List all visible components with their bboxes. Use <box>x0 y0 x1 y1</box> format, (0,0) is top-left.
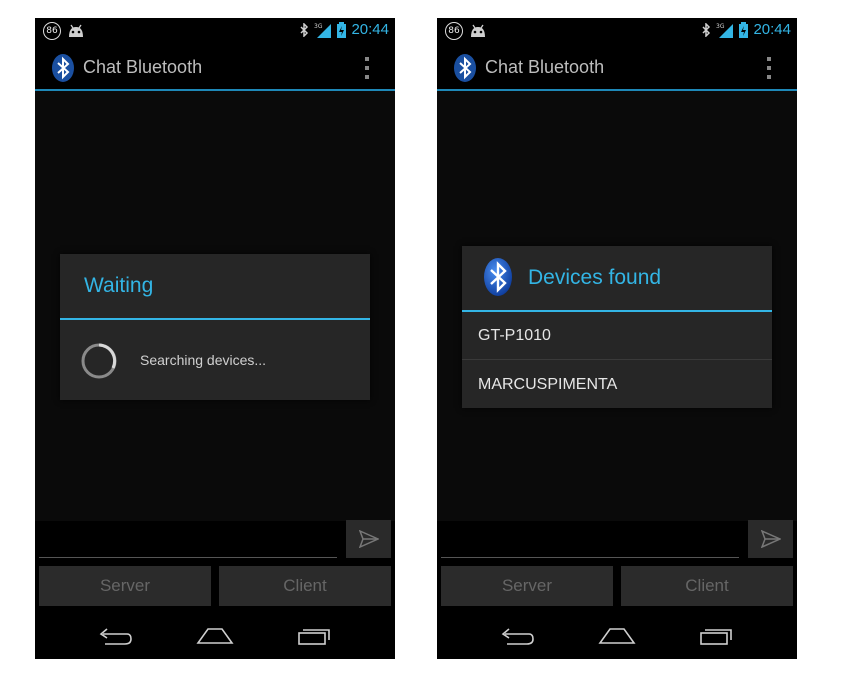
device-list-item[interactable]: GT-P1010 <box>462 312 772 360</box>
svg-text:3G: 3G <box>314 23 323 30</box>
nav-bar <box>35 611 395 659</box>
android-icon <box>69 24 83 37</box>
status-bar: 86 3G 20:44 <box>35 18 395 45</box>
battery-icon <box>739 21 749 38</box>
signal-3g-icon: 3G <box>716 23 734 38</box>
android-icon <box>471 24 485 37</box>
dialog-divider <box>60 318 370 320</box>
recent-apps-icon[interactable] <box>297 625 333 645</box>
app-title: Chat Bluetooth <box>485 57 605 77</box>
back-icon[interactable] <box>499 625 535 645</box>
message-input[interactable] <box>39 523 337 558</box>
dialog-title: Devices found <box>528 266 662 289</box>
send-button[interactable] <box>346 520 391 558</box>
send-button[interactable] <box>748 520 793 558</box>
mode-buttons: Server Client <box>441 566 793 606</box>
home-icon[interactable] <box>196 625 234 645</box>
status-time: 20:44 <box>351 21 389 38</box>
bluetooth-status-icon <box>300 22 309 37</box>
server-button[interactable]: Server <box>39 566 211 606</box>
battery-icon <box>337 21 347 38</box>
mode-buttons: Server Client <box>39 566 391 606</box>
send-icon <box>760 530 781 548</box>
home-icon[interactable] <box>598 625 636 645</box>
notification-count-icon: 86 <box>43 22 61 40</box>
recent-apps-icon[interactable] <box>699 625 735 645</box>
client-button[interactable]: Client <box>621 566 793 606</box>
bluetooth-app-icon <box>454 54 476 82</box>
progress-spinner-icon <box>81 343 117 379</box>
send-icon <box>358 530 379 548</box>
server-button[interactable]: Server <box>441 566 613 606</box>
status-time: 20:44 <box>753 21 791 38</box>
dialog-title: Waiting <box>84 274 154 297</box>
waiting-dialog: Waiting Searching devices... <box>60 254 370 400</box>
status-bar: 86 3G 20:44 <box>437 18 797 45</box>
notification-count-icon: 86 <box>445 22 463 40</box>
client-button[interactable]: Client <box>219 566 391 606</box>
svg-text:3G: 3G <box>716 23 725 30</box>
notification-count: 86 <box>448 26 460 36</box>
overflow-menu-icon[interactable] <box>365 57 371 79</box>
devices-dialog: Devices found GT-P1010 MARCUSPIMENTA <box>462 246 772 408</box>
action-bar: Chat Bluetooth <box>35 45 395 91</box>
bluetooth-app-icon <box>52 54 74 82</box>
dialog-message: Searching devices... <box>140 352 267 368</box>
phone-screen-devices: 86 3G 20:44 Chat Bluetooth Devices found… <box>437 18 797 659</box>
signal-3g-icon: 3G <box>314 23 332 38</box>
bluetooth-status-icon <box>702 22 711 37</box>
bluetooth-icon <box>484 258 512 296</box>
back-icon[interactable] <box>97 625 133 645</box>
nav-bar <box>437 611 797 659</box>
notification-count: 86 <box>46 26 58 36</box>
app-title: Chat Bluetooth <box>83 57 203 77</box>
phone-screen-waiting: 86 3G 20:44 Chat Bluetooth Waiting Searc… <box>35 18 395 659</box>
overflow-menu-icon[interactable] <box>767 57 773 79</box>
action-bar: Chat Bluetooth <box>437 45 797 91</box>
device-list-item[interactable]: MARCUSPIMENTA <box>462 361 772 409</box>
message-input[interactable] <box>441 523 739 558</box>
